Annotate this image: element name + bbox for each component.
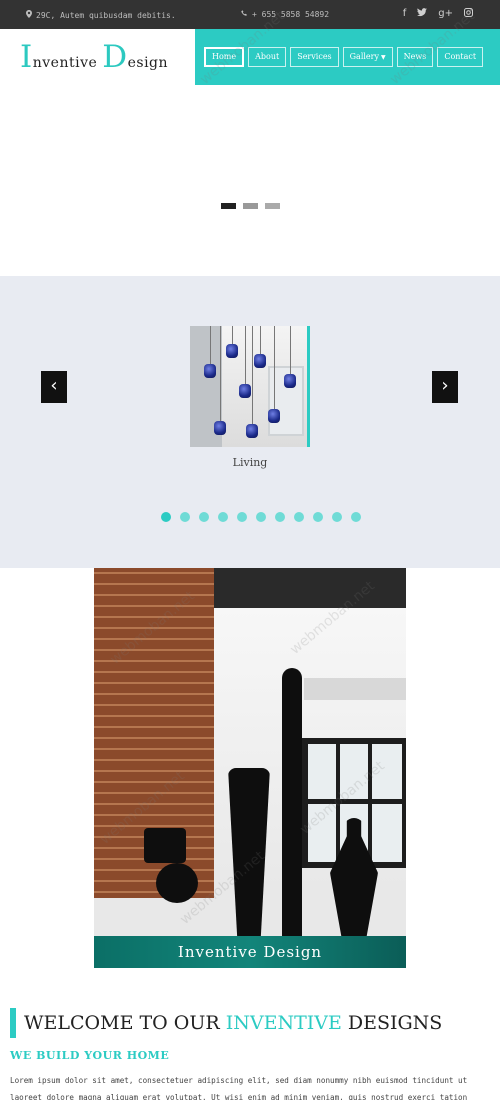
logo-text-2: esign xyxy=(127,55,169,71)
carousel-dot[interactable] xyxy=(313,512,323,522)
nav-gallery-label: Gallery xyxy=(349,52,380,61)
phone-block: + 655 5858 54892 xyxy=(241,10,329,19)
nav-home-label: Home xyxy=(212,52,237,61)
nav-contact-label: Contact xyxy=(444,52,477,61)
carousel-dot[interactable] xyxy=(256,512,266,522)
welcome-title-accent: INVENTIVE xyxy=(225,1012,342,1034)
hero-slide-dot-1[interactable] xyxy=(221,203,236,209)
carousel-dot[interactable] xyxy=(294,512,304,522)
chevron-down-icon: ▼ xyxy=(381,54,386,61)
gallery-carousel: ‹ Living › xyxy=(0,276,500,568)
nav-home[interactable]: Home xyxy=(204,47,245,67)
hero-slide-dot-2[interactable] xyxy=(243,203,258,209)
feature-caption: Inventive Design xyxy=(94,936,406,968)
site-logo[interactable]: Inventive Design xyxy=(20,42,168,73)
logo-initial-i: I xyxy=(20,39,33,75)
address-text: 29C, Autem quibusdam debitis. xyxy=(36,10,176,20)
carousel-dot[interactable] xyxy=(161,512,171,522)
google-plus-icon[interactable]: g+ xyxy=(438,8,453,20)
nav-contact[interactable]: Contact xyxy=(437,47,484,67)
carousel-pagination xyxy=(161,512,361,522)
carousel-next-button[interactable]: › xyxy=(432,371,458,403)
address-block: 29C, Autem quibusdam debitis. xyxy=(26,10,176,20)
carousel-prev-button[interactable]: ‹ xyxy=(41,371,67,403)
twitter-icon[interactable] xyxy=(417,8,428,20)
phone-number[interactable]: + 655 5858 54892 xyxy=(252,10,329,19)
carousel-dot[interactable] xyxy=(351,512,361,522)
carousel-dot[interactable] xyxy=(275,512,285,522)
instagram-icon[interactable] xyxy=(464,8,473,20)
hero-slider-indicators xyxy=(221,203,280,209)
welcome-title-prefix: WELCOME TO OUR xyxy=(24,1012,226,1034)
carousel-item-label: Living xyxy=(232,456,268,469)
nav-news[interactable]: News xyxy=(396,47,434,67)
top-info-bar: 29C, Autem quibusdam debitis. + 655 5858… xyxy=(0,0,500,29)
nav-services[interactable]: Services xyxy=(290,47,339,67)
welcome-title-suffix: DESIGNS xyxy=(341,1012,443,1034)
nav-services-label: Services xyxy=(297,52,332,61)
welcome-paragraph: Lorem ipsum dolor sit amet, consectetuer… xyxy=(10,1076,468,1100)
carousel-dot[interactable] xyxy=(332,512,342,522)
carousel-dot[interactable] xyxy=(199,512,209,522)
nav-about[interactable]: About xyxy=(248,47,287,67)
hero-slide-dot-3[interactable] xyxy=(265,203,280,209)
carousel-dot[interactable] xyxy=(218,512,228,522)
welcome-heading: WELCOME TO OUR INVENTIVE DESIGNS xyxy=(10,1008,442,1038)
facebook-icon[interactable]: f xyxy=(403,8,407,20)
nav-about-label: About xyxy=(255,52,280,61)
carousel-dot[interactable] xyxy=(237,512,247,522)
phone-icon xyxy=(241,10,248,19)
carousel-image-living[interactable] xyxy=(190,326,310,447)
nav-news-label: News xyxy=(403,52,427,61)
feature-image: Inventive Design xyxy=(94,568,406,968)
nav-gallery[interactable]: Gallery ▼ xyxy=(342,47,393,67)
map-marker-icon xyxy=(26,10,32,20)
logo-initial-d: D xyxy=(102,39,128,75)
welcome-subheading: WE BUILD YOUR HOME xyxy=(10,1049,170,1062)
logo-text-1: nventive xyxy=(32,55,103,71)
social-links: f g+ xyxy=(403,8,473,20)
carousel-dot[interactable] xyxy=(180,512,190,522)
main-navigation: Home About Services Gallery ▼ News Contac… xyxy=(195,29,500,85)
